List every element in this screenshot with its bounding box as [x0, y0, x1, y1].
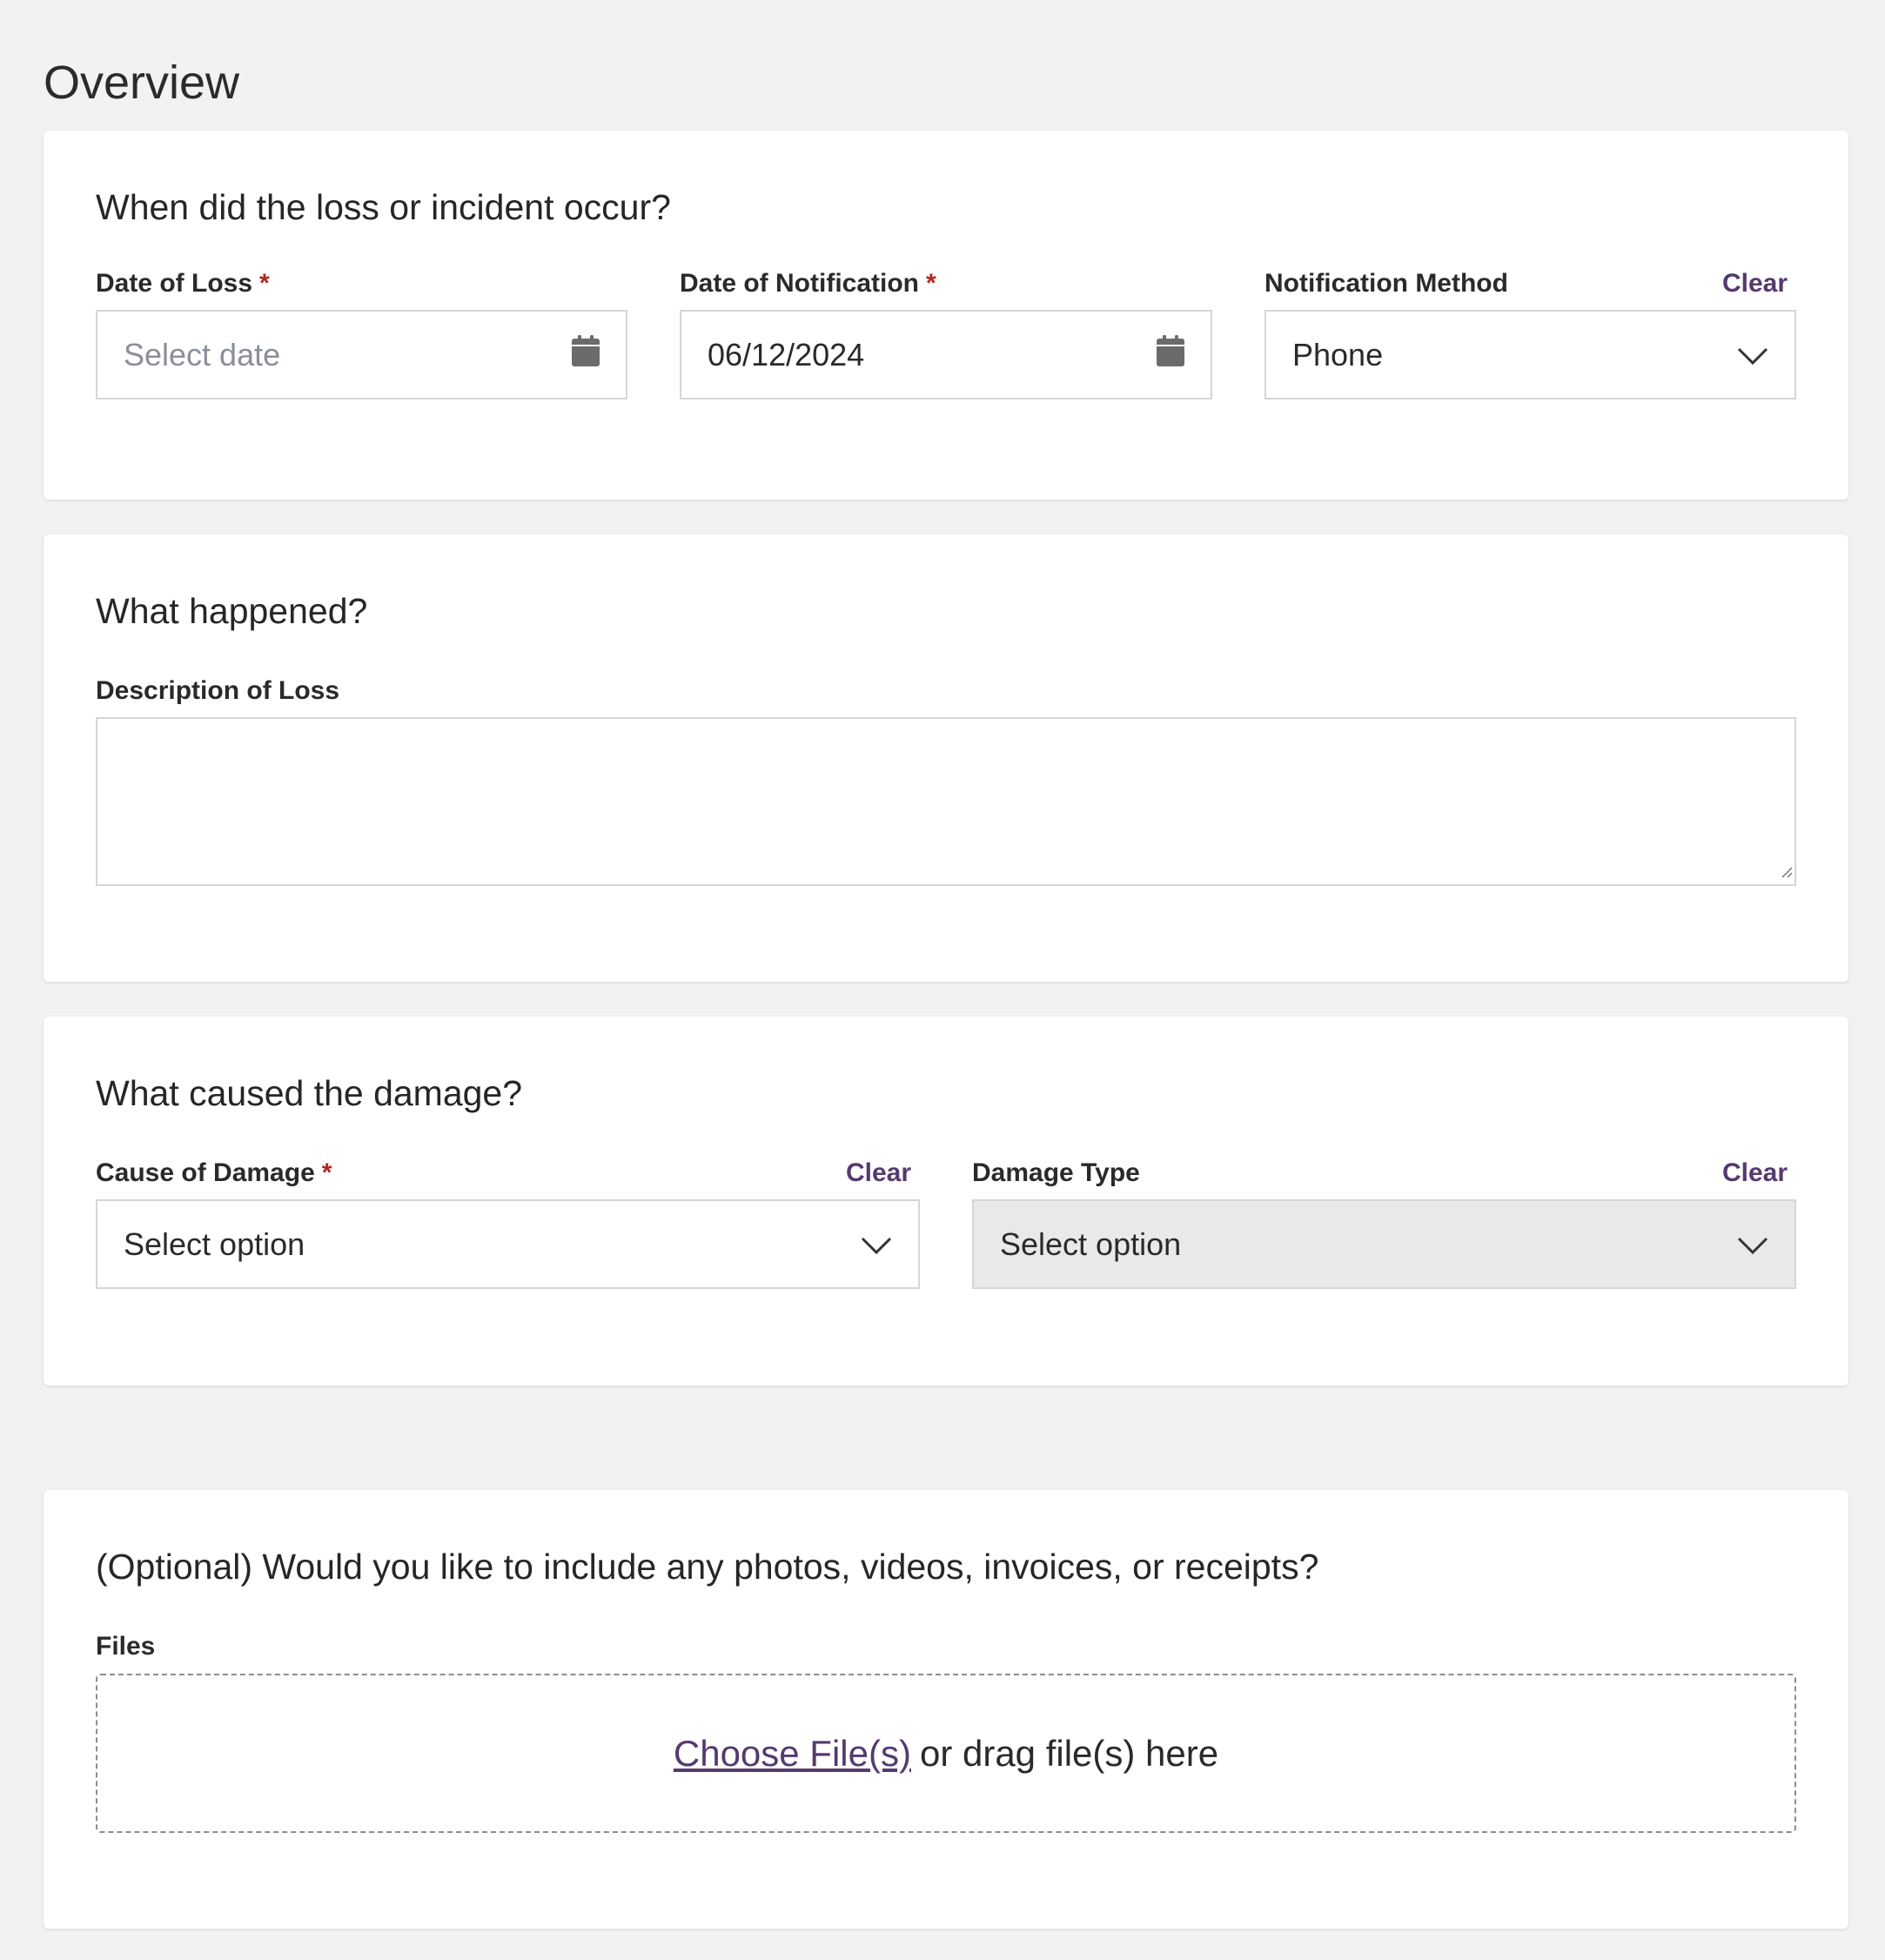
chevron-down-icon — [1737, 337, 1768, 373]
what-happened-card-title: What happened? — [96, 591, 368, 631]
cause-of-damage-field: Cause of Damage * Clear Select option — [96, 1156, 920, 1289]
notification-method-select[interactable]: Phone — [1264, 310, 1796, 399]
required-indicator: * — [926, 269, 936, 298]
date-of-loss-label-row: Date of Loss * — [96, 266, 627, 301]
what-happened-card: What happened? Description of Loss — [44, 534, 1848, 982]
files-field: Files — [96, 1629, 1796, 1664]
cause-of-damage-label-row: Cause of Damage * Clear — [96, 1156, 920, 1191]
chevron-down-icon — [1737, 1226, 1768, 1263]
date-of-loss-label: Date of Loss — [96, 269, 253, 298]
choose-files-link[interactable]: Choose File(s) — [674, 1733, 911, 1775]
cause-of-damage-label: Cause of Damage — [96, 1158, 315, 1187]
damage-type-clear-link[interactable]: Clear — [1722, 1156, 1788, 1191]
drag-files-text: or drag file(s) here — [919, 1732, 1219, 1774]
calendar-icon[interactable] — [572, 335, 600, 374]
cause-of-damage-clear-link[interactable]: Clear — [846, 1156, 911, 1191]
description-of-loss-textarea[interactable] — [96, 717, 1796, 886]
date-of-notification-field: Date of Notification * 06/12/2024 — [680, 266, 1212, 399]
date-of-loss-input[interactable]: Select date — [96, 310, 627, 399]
damage-cause-card: What caused the damage? Cause of Damage *… — [44, 1017, 1848, 1386]
damage-type-select[interactable]: Select option — [972, 1199, 1796, 1289]
files-label: Files — [96, 1632, 156, 1661]
notification-method-value: Phone — [1292, 336, 1384, 373]
date-of-loss-field: Date of Loss * Select date — [96, 266, 627, 399]
notification-method-label: Notification Method — [1264, 269, 1508, 298]
damage-type-value: Select option — [1000, 1225, 1182, 1262]
date-of-loss-placeholder: Select date — [124, 336, 281, 373]
description-of-loss-label: Description of Loss — [96, 676, 340, 705]
notification-method-field: Notification Method Clear Phone — [1264, 266, 1796, 399]
notification-method-label-row: Notification Method Clear — [1264, 266, 1796, 301]
required-indicator: * — [259, 269, 270, 298]
files-card: (Optional) Would you like to include any… — [44, 1490, 1848, 1929]
damage-type-label: Damage Type — [972, 1158, 1140, 1187]
description-field: Description of Loss — [96, 674, 1796, 708]
calendar-icon[interactable] — [1157, 335, 1184, 374]
page-title: Overview — [44, 57, 240, 109]
resize-handle-icon[interactable] — [1781, 866, 1793, 883]
damage-type-label-row: Damage Type Clear — [972, 1156, 1796, 1191]
date-of-notification-value: 06/12/2024 — [708, 336, 865, 373]
date-of-notification-label: Date of Notification — [680, 269, 919, 298]
required-indicator: * — [321, 1158, 332, 1187]
damage-type-field: Damage Type Clear Select option — [972, 1156, 1796, 1289]
date-of-notification-input[interactable]: 06/12/2024 — [680, 310, 1212, 399]
cause-of-damage-value: Select option — [124, 1225, 305, 1262]
description-label-row: Description of Loss — [96, 674, 1796, 708]
file-dropzone[interactable]: Choose File(s) or drag file(s) here — [96, 1674, 1796, 1833]
files-card-title: (Optional) Would you like to include any… — [96, 1547, 1319, 1587]
chevron-down-icon — [861, 1226, 892, 1263]
date-of-notification-label-row: Date of Notification * — [680, 266, 1212, 301]
incident-date-card: When did the loss or incident occur? Dat… — [44, 131, 1848, 500]
cause-of-damage-select[interactable]: Select option — [96, 1199, 920, 1289]
damage-cause-card-title: What caused the damage? — [96, 1073, 523, 1113]
files-label-row: Files — [96, 1629, 1796, 1664]
incident-date-card-title: When did the loss or incident occur? — [96, 187, 671, 227]
notification-method-clear-link[interactable]: Clear — [1722, 266, 1788, 301]
